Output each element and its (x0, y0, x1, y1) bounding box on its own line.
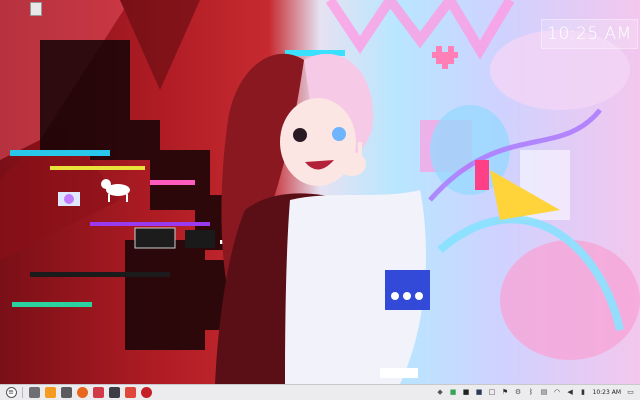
wallpaper-art (0, 0, 640, 384)
bluetooth-icon[interactable]: ᛒ (527, 388, 536, 397)
puzzle-icon[interactable]: ■ (449, 388, 458, 397)
taskbar: ≡ ◆ ■ ■ ■ □ ⚑ ⚙ ᛒ ▤ ◠ ◀ ▮ 10:23 AM ▭ (0, 384, 640, 400)
game-icon[interactable] (140, 387, 152, 398)
text-icon[interactable] (108, 387, 120, 398)
menu-icon[interactable]: ≡ (5, 387, 17, 398)
folder-icon[interactable] (44, 387, 56, 398)
paint-icon[interactable] (124, 387, 136, 398)
store-icon[interactable] (60, 387, 72, 398)
clock-widget-time: 10:25 AM (547, 24, 632, 44)
system-tray: ◆ ■ ■ ■ □ ⚑ ⚙ ᛒ ▤ ◠ ◀ ▮ 10:23 AM ▭ (434, 385, 640, 400)
flag-icon[interactable]: ⚑ (501, 388, 510, 397)
media-icon[interactable] (92, 387, 104, 398)
square-icon[interactable]: □ (488, 388, 497, 397)
desktop-icon[interactable] (28, 387, 40, 398)
notification-icon[interactable]: ▭ (626, 388, 635, 397)
clock-widget: 10:25 AM (541, 19, 638, 49)
wifi-icon[interactable]: ◠ (553, 388, 562, 397)
gear-icon[interactable]: ⚙ (514, 388, 523, 397)
taskbar-pinned-apps: ≡ (0, 385, 154, 400)
chip-icon[interactable]: ■ (475, 388, 484, 397)
taskbar-separator (22, 387, 23, 398)
shield-icon[interactable]: ◆ (436, 388, 445, 397)
browser-icon[interactable] (76, 387, 88, 398)
volume-icon[interactable]: ◀ (566, 388, 575, 397)
battery-icon[interactable]: ▮ (579, 388, 588, 397)
desktop-wallpaper: 10:25 AM (0, 0, 640, 384)
taskbar-clock[interactable]: 10:23 AM (593, 389, 621, 396)
clipboard-icon[interactable]: ▤ (540, 388, 549, 397)
desktop-file-icon[interactable] (30, 2, 42, 16)
terminal-icon[interactable]: ■ (462, 388, 471, 397)
